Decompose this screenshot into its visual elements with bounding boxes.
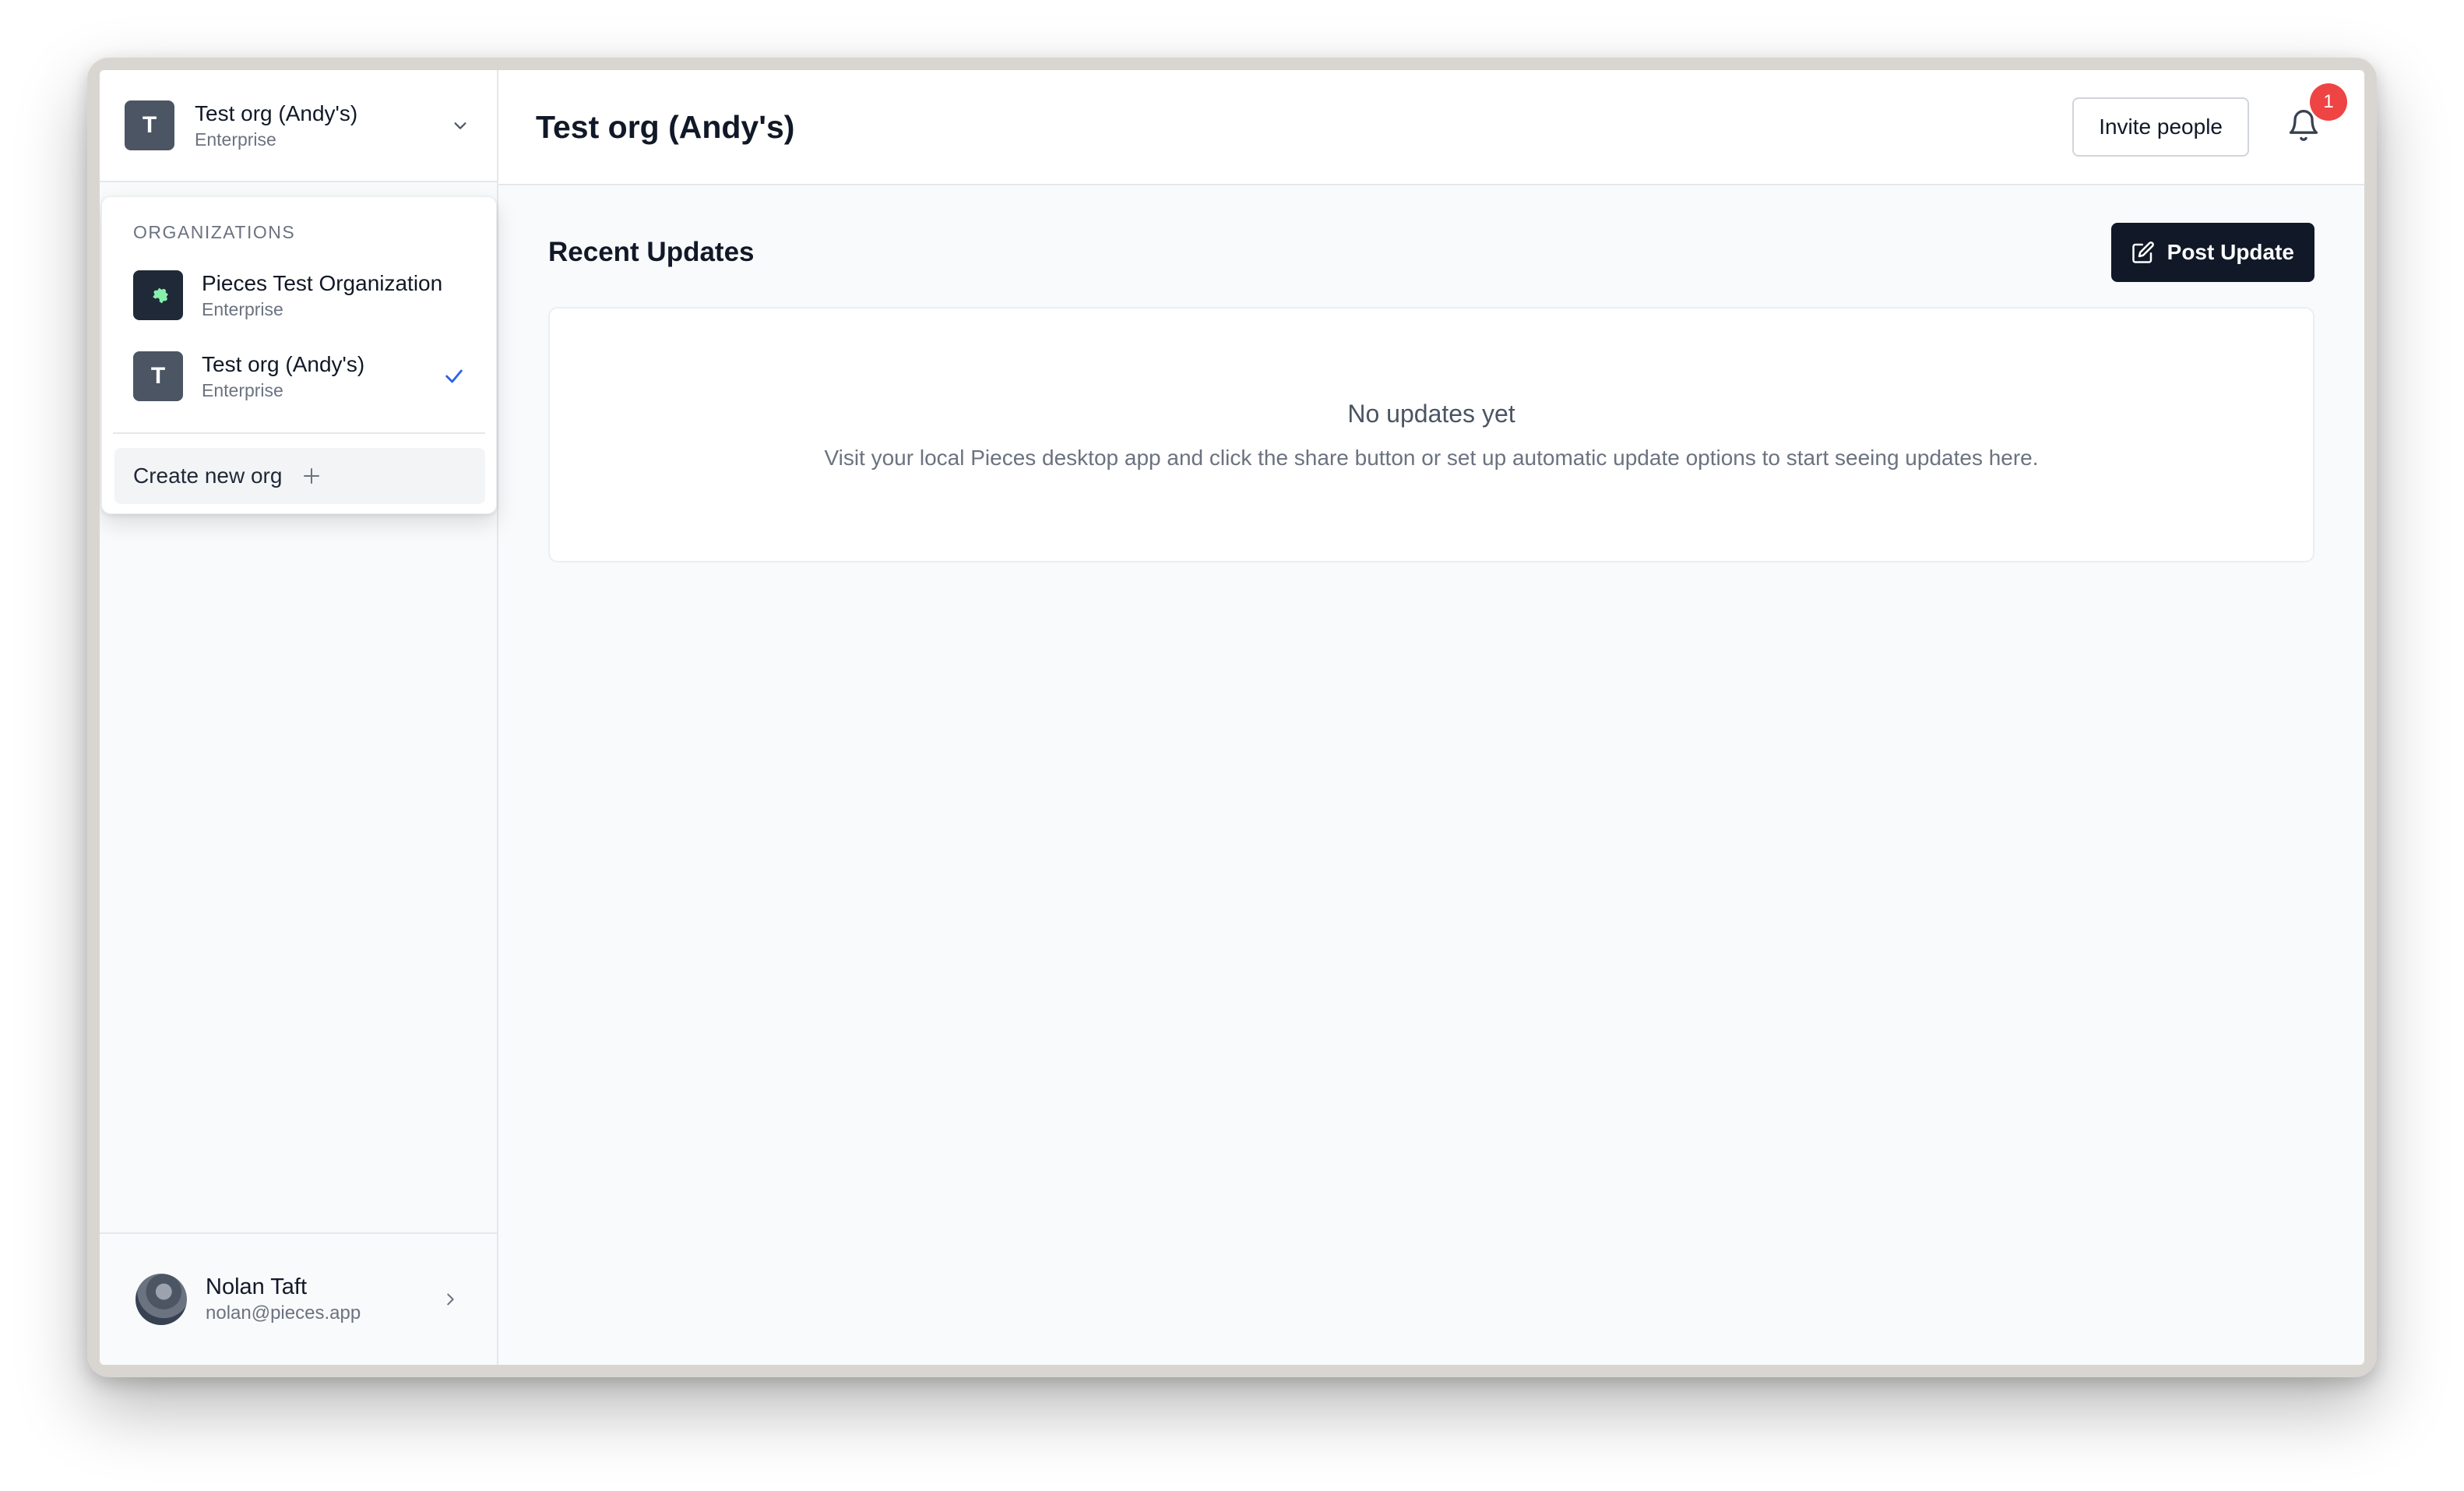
create-new-org-button[interactable]: Create new org xyxy=(114,448,485,504)
org-option-name: Test org (Andy's) xyxy=(202,352,365,376)
org-option-info: Pieces Test Organization Enterprise xyxy=(202,270,466,321)
section-header: Recent Updates Post Update xyxy=(548,223,2314,282)
notifications-button[interactable]: 1 xyxy=(2280,83,2347,150)
plus-icon xyxy=(302,467,321,485)
empty-state-message: Visit your local Pieces desktop app and … xyxy=(824,445,2039,470)
create-org-label: Create new org xyxy=(133,464,283,488)
app-window: T Test org (Andy's) Enterprise ORGANIZAT… xyxy=(100,70,2364,1365)
page-title: Test org (Andy's) xyxy=(536,108,795,145)
notification-badge: 1 xyxy=(2310,83,2347,121)
org-option-plan: Enterprise xyxy=(202,380,283,400)
org-option-info: Test org (Andy's) Enterprise xyxy=(202,351,442,402)
org-option-avatar: T xyxy=(133,351,183,401)
org-dropdown-menu: ORGANIZATIONS Pieces Test Organization E… xyxy=(101,196,497,514)
empty-state-title: No updates yet xyxy=(1347,399,1515,428)
main-content: Test org (Andy's) Invite people 1 Recent… xyxy=(498,70,2364,1365)
updates-section: Recent Updates Post Update No updates ye… xyxy=(498,185,2364,1365)
post-update-label: Post Update xyxy=(2167,240,2294,264)
check-icon xyxy=(442,364,466,389)
org-option-test-org[interactable]: T Test org (Andy's) Enterprise xyxy=(133,350,466,403)
org-option-plan: Enterprise xyxy=(202,299,283,319)
updates-empty-state: No updates yet Visit your local Pieces d… xyxy=(548,307,2314,562)
org-option-pieces-test[interactable]: Pieces Test Organization Enterprise xyxy=(133,269,466,322)
user-name: Nolan Taft xyxy=(206,1274,308,1299)
org-avatar: T xyxy=(125,100,174,150)
user-info: Nolan Taft nolan@pieces.app xyxy=(206,1273,439,1326)
invite-people-button[interactable]: Invite people xyxy=(2072,97,2249,157)
section-title: Recent Updates xyxy=(548,237,755,267)
puzzle-piece-icon xyxy=(133,270,183,320)
sidebar: T Test org (Andy's) Enterprise ORGANIZAT… xyxy=(100,70,498,1365)
user-email: nolan@pieces.app xyxy=(206,1302,361,1324)
edit-icon xyxy=(2131,241,2155,264)
org-option-name: Pieces Test Organization xyxy=(202,271,443,295)
dropdown-heading: ORGANIZATIONS xyxy=(133,222,296,242)
post-update-button[interactable]: Post Update xyxy=(2110,223,2314,282)
org-info: Test org (Andy's) Enterprise xyxy=(195,100,449,151)
current-org-name: Test org (Andy's) xyxy=(195,101,358,125)
dropdown-divider xyxy=(113,432,485,434)
chevron-down-icon[interactable] xyxy=(449,114,472,137)
user-profile[interactable]: Nolan Taft nolan@pieces.app xyxy=(100,1232,497,1365)
current-org-plan: Enterprise xyxy=(195,129,276,150)
org-switcher[interactable]: T Test org (Andy's) Enterprise xyxy=(100,70,497,182)
chevron-right-icon xyxy=(439,1288,461,1310)
avatar xyxy=(136,1274,187,1325)
topbar: Test org (Andy's) Invite people 1 xyxy=(498,70,2364,185)
